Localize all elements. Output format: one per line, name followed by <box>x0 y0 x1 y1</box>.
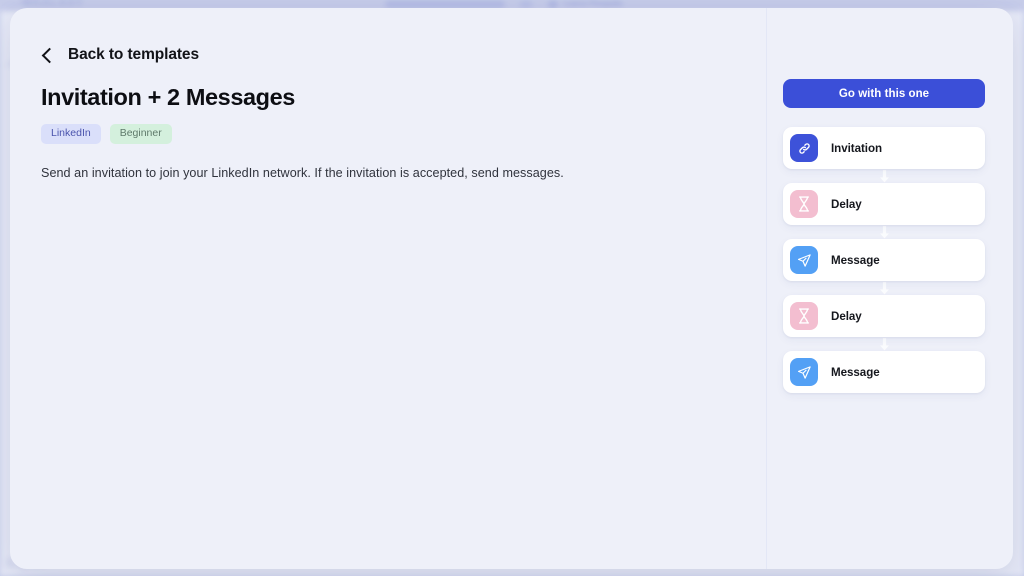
link-icon <box>790 134 818 162</box>
hourglass-icon <box>790 190 818 218</box>
hourglass-icon <box>790 302 818 330</box>
arrow-down-icon <box>783 281 985 295</box>
sequence-step-message-1[interactable]: Message <box>783 239 985 281</box>
sequence-step-label: Message <box>831 253 880 267</box>
background-user-name: Laura Peujade <box>564 0 623 8</box>
paper-plane-icon <box>790 358 818 386</box>
page-title: Invitation + 2 Messages <box>41 84 295 110</box>
sequence-step-list: Invitation Delay Message Delay Message <box>783 127 985 393</box>
badge-group: LinkedIn Beginner <box>41 124 766 144</box>
sequence-step-delay-1[interactable]: Delay <box>783 183 985 225</box>
arrow-down-icon <box>783 225 985 239</box>
go-with-this-one-button[interactable]: Go with this one <box>783 79 985 108</box>
back-to-templates-link[interactable]: Back to templates <box>41 46 221 64</box>
status-badge-level: Beginner <box>109 124 172 144</box>
sequence-step-delay-2[interactable]: Delay <box>783 295 985 337</box>
template-detail-modal: Back to templates Invitation + 2 Message… <box>10 8 1013 569</box>
sequence-step-label: Invitation <box>831 141 883 155</box>
template-description: Send an invitation to join your LinkedIn… <box>41 165 564 180</box>
status-badge-platform: LinkedIn <box>41 124 101 144</box>
arrow-down-icon <box>783 337 985 351</box>
arrow-down-icon <box>783 169 985 183</box>
sequence-step-label: Delay <box>831 197 862 211</box>
back-to-templates-label: Back to templates <box>68 46 199 63</box>
template-detail-left-pane: Back to templates Invitation + 2 Message… <box>10 8 767 569</box>
paper-plane-icon <box>790 246 818 274</box>
sequence-step-invitation[interactable]: Invitation <box>783 127 985 169</box>
chevron-left-icon <box>41 47 58 63</box>
sequence-step-message-2[interactable]: Message <box>783 351 985 393</box>
template-detail-right-pane: Go with this one Invitation Delay Messag… <box>767 8 1013 569</box>
sequence-step-label: Message <box>831 365 880 379</box>
sequence-step-label: Delay <box>831 309 862 323</box>
